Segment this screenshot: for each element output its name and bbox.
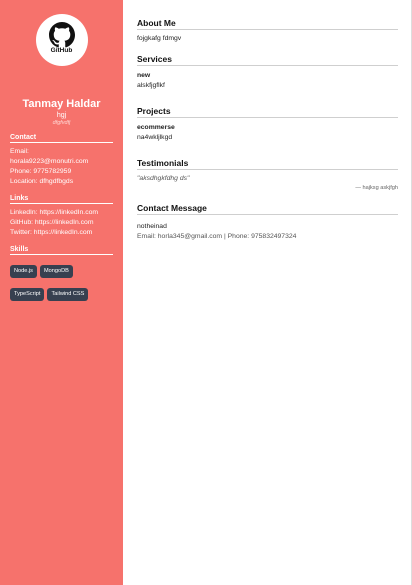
- links-heading: Links: [10, 195, 113, 204]
- contact-message-details: Email: horla345@gmail.com | Phone: 97583…: [137, 233, 297, 240]
- skill-chip: MongoDB: [39, 265, 73, 278]
- profile-subtitle: dfgfvdfj: [52, 120, 71, 126]
- contact-info: Email: horala9223@monutri.com Phone: 977…: [10, 147, 113, 187]
- skills-heading: Skills: [10, 246, 113, 255]
- profile-handle: hgj: [56, 112, 67, 119]
- location-value: Location: dfhgdfbgds: [10, 178, 74, 185]
- projects-heading: Projects: [137, 106, 398, 118]
- skill-chip: TypeScript: [10, 288, 45, 301]
- github-logo: GitHub: [35, 14, 88, 66]
- skill-chip: Tailwind CSS: [47, 288, 89, 301]
- link-twitter[interactable]: Twitter: https://linkedIn.com: [10, 228, 113, 238]
- link-linkedin[interactable]: LinkedIn: https://linkedIn.com: [10, 208, 113, 218]
- about-text: fojgkafg fdmgv: [137, 35, 182, 42]
- project-text: na4wkljlkgd: [137, 134, 173, 141]
- main-content: About Me fojgkafg fdmgv Services new als…: [123, 0, 412, 585]
- contact-message-heading: Contact Message: [137, 203, 398, 215]
- project-title: ecommerse: [137, 124, 175, 131]
- logo-text: GitHub: [50, 46, 73, 54]
- testimonial-author: — hajksg askjfgh: [355, 185, 398, 191]
- about-heading: About Me: [137, 18, 398, 30]
- service-text: alskfjgflkf: [137, 82, 165, 89]
- link-github[interactable]: GitHub: https://linkedIn.com: [10, 218, 113, 228]
- testimonial-quote: "aksdhgkfdhg ds": [137, 175, 190, 182]
- email-value[interactable]: horala9223@monutri.com: [10, 157, 113, 167]
- testimonials-section: Testimonials "aksdhgkfdhg ds" — hajksg a…: [137, 158, 398, 191]
- resume-page: GitHub Tanmay Haldar hgj dfgfvdfj Contac…: [0, 0, 412, 585]
- contact-message-text: notheinad: [137, 223, 167, 230]
- about-section: About Me fojgkafg fdmgv: [137, 18, 398, 44]
- service-title: new: [137, 72, 151, 79]
- testimonials-heading: Testimonials: [137, 158, 398, 170]
- sidebar: GitHub Tanmay Haldar hgj dfgfvdfj Contac…: [0, 0, 123, 585]
- projects-section: Projects ecommerse na4wkljlkgd: [137, 106, 398, 143]
- contact-message-section: Contact Message notheinad Email: horla34…: [137, 203, 398, 242]
- links-list: LinkedIn: https://linkedIn.com GitHub: h…: [10, 208, 113, 238]
- email-label: Email:: [10, 148, 29, 155]
- phone-value: Phone: 9775782959: [10, 168, 72, 175]
- services-heading: Services: [137, 54, 398, 66]
- services-section: Services new alskfjgflkf: [137, 54, 398, 91]
- profile-name: Tanmay Haldar: [22, 98, 101, 110]
- skill-chip: Node.js: [10, 265, 37, 278]
- github-icon: [48, 21, 75, 47]
- contact-heading: Contact: [10, 134, 113, 143]
- skills-list: Node.js MongoDB TypeScript Tailwind CSS: [10, 259, 113, 305]
